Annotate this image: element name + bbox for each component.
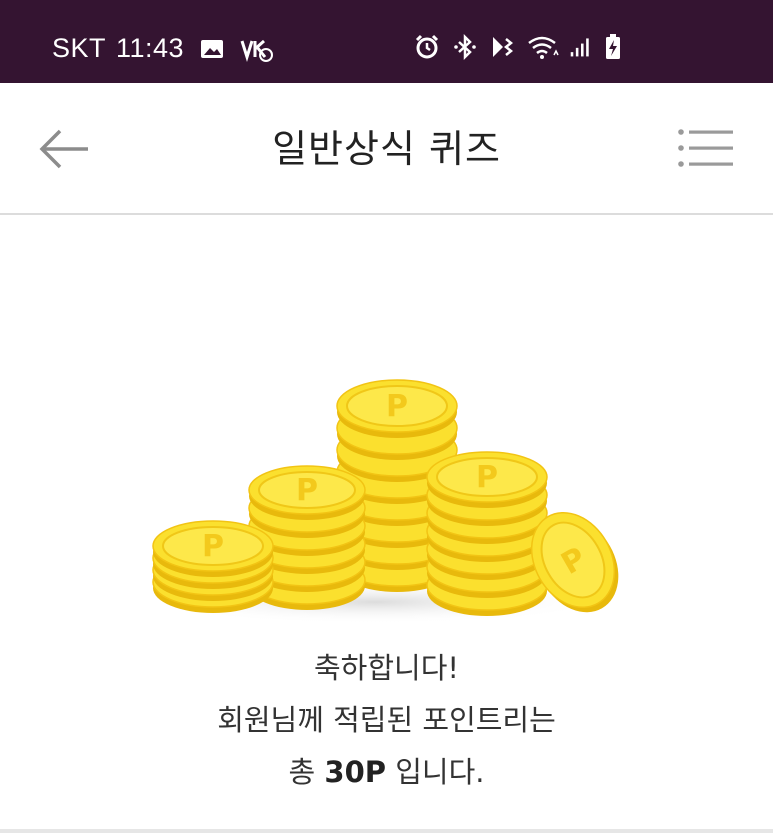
volte-icon	[240, 39, 274, 62]
points-value: 30P	[324, 755, 387, 789]
bottom-divider	[0, 829, 773, 833]
image-icon	[201, 39, 224, 58]
page-title: 일반상식 퀴즈	[272, 127, 501, 171]
points-info-text: 회원님께 적립된 포인트리는	[217, 703, 556, 737]
coin-letter: P	[296, 473, 318, 508]
total-prefix: 총	[288, 755, 325, 789]
coin-stack: P	[152, 520, 274, 613]
carrier-label: SKT	[52, 33, 107, 63]
menu-list-icon[interactable]	[677, 127, 733, 169]
coin-letter: P	[476, 460, 498, 495]
bluetooth-icon	[454, 33, 476, 61]
signal-icon	[570, 38, 589, 57]
points-total-text: 총 30P 입니다.	[0, 749, 773, 791]
coins-illustration: PP PP P	[145, 379, 619, 624]
coin-letter: P	[202, 529, 224, 564]
congrats-text: 축하합니다!	[313, 651, 460, 685]
alarm-icon	[415, 34, 439, 59]
clock-label: 11:43	[116, 33, 185, 63]
vibrate-icon	[493, 37, 514, 57]
coin-stack: P	[426, 451, 548, 616]
battery-charging-icon	[606, 34, 620, 59]
coin-letter: P	[386, 389, 408, 424]
status-bar: SKT 11:43	[0, 0, 773, 83]
wifi-icon	[528, 36, 559, 59]
total-suffix: 입니다.	[386, 755, 485, 789]
app-header: 일반상식 퀴즈	[0, 83, 773, 215]
status-left: SKT 11:43	[52, 33, 274, 64]
status-right	[413, 33, 623, 61]
